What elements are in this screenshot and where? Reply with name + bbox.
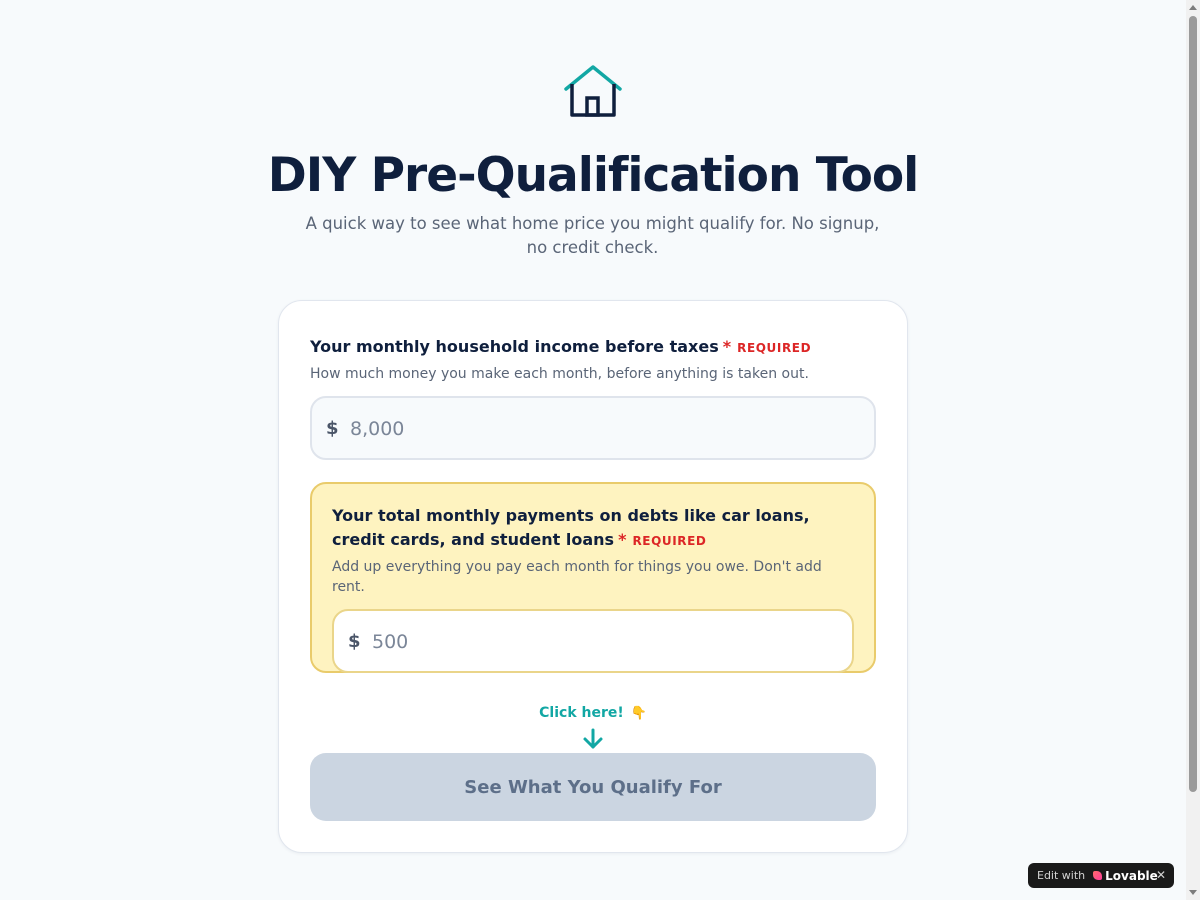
lovable-brand-text: Lovable xyxy=(1105,868,1158,883)
debts-hint: Add up everything you pay each month for… xyxy=(332,559,822,595)
income-label-text: Your monthly household income before tax… xyxy=(310,337,719,356)
click-here-hint: Click here! 👇 xyxy=(279,705,907,721)
required-tag: REQUIRED xyxy=(737,341,812,355)
debts-label-text: Your total monthly payments on debts lik… xyxy=(332,506,810,549)
income-hint: How much money you make each month, befo… xyxy=(310,366,809,382)
debts-input[interactable] xyxy=(370,621,834,663)
income-label: Your monthly household income before tax… xyxy=(310,335,876,360)
pointing-down-hand-icon: 👇 xyxy=(630,706,647,721)
required-star: * xyxy=(618,530,627,549)
currency-symbol: $ xyxy=(348,631,361,652)
prequal-form-card: Your monthly household income before tax… xyxy=(278,300,908,853)
close-icon[interactable]: ✕ xyxy=(1156,868,1166,882)
page-title: DIY Pre-Qualification Tool xyxy=(267,148,920,203)
page: DIY Pre-Qualification Tool A quick way t… xyxy=(0,0,1200,900)
see-what-you-qualify-button[interactable]: See What You Qualify For xyxy=(310,753,876,821)
scroll-up-arrow-icon[interactable] xyxy=(1189,5,1197,10)
debts-input-wrapper[interactable]: $ xyxy=(332,609,854,673)
click-hint-text: Click here! xyxy=(539,705,624,721)
income-input-wrapper[interactable]: $ xyxy=(310,396,876,460)
debts-label: Your total monthly payments on debts lik… xyxy=(332,504,854,553)
income-input[interactable] xyxy=(348,408,852,450)
scroll-down-arrow-icon[interactable] xyxy=(1189,890,1197,895)
lovable-heart-icon xyxy=(1093,871,1103,880)
debts-field-group: Your total monthly payments on debts lik… xyxy=(310,482,876,673)
required-star: * xyxy=(722,337,732,356)
arrow-down-icon xyxy=(583,728,603,749)
badge-prefix: Edit with xyxy=(1037,869,1086,882)
currency-symbol: $ xyxy=(326,418,339,439)
edit-with-lovable-badge[interactable]: Edit with Lovable ✕ xyxy=(1028,863,1174,888)
vertical-scrollbar[interactable] xyxy=(1186,0,1200,900)
scrollbar-thumb[interactable] xyxy=(1189,16,1197,792)
page-subtitle: A quick way to see what home price you m… xyxy=(305,214,880,257)
required-tag: REQUIRED xyxy=(632,534,707,548)
house-icon xyxy=(564,65,622,117)
lovable-brand: Lovable xyxy=(1093,869,1158,883)
income-field-group: Your monthly household income before tax… xyxy=(310,335,876,460)
